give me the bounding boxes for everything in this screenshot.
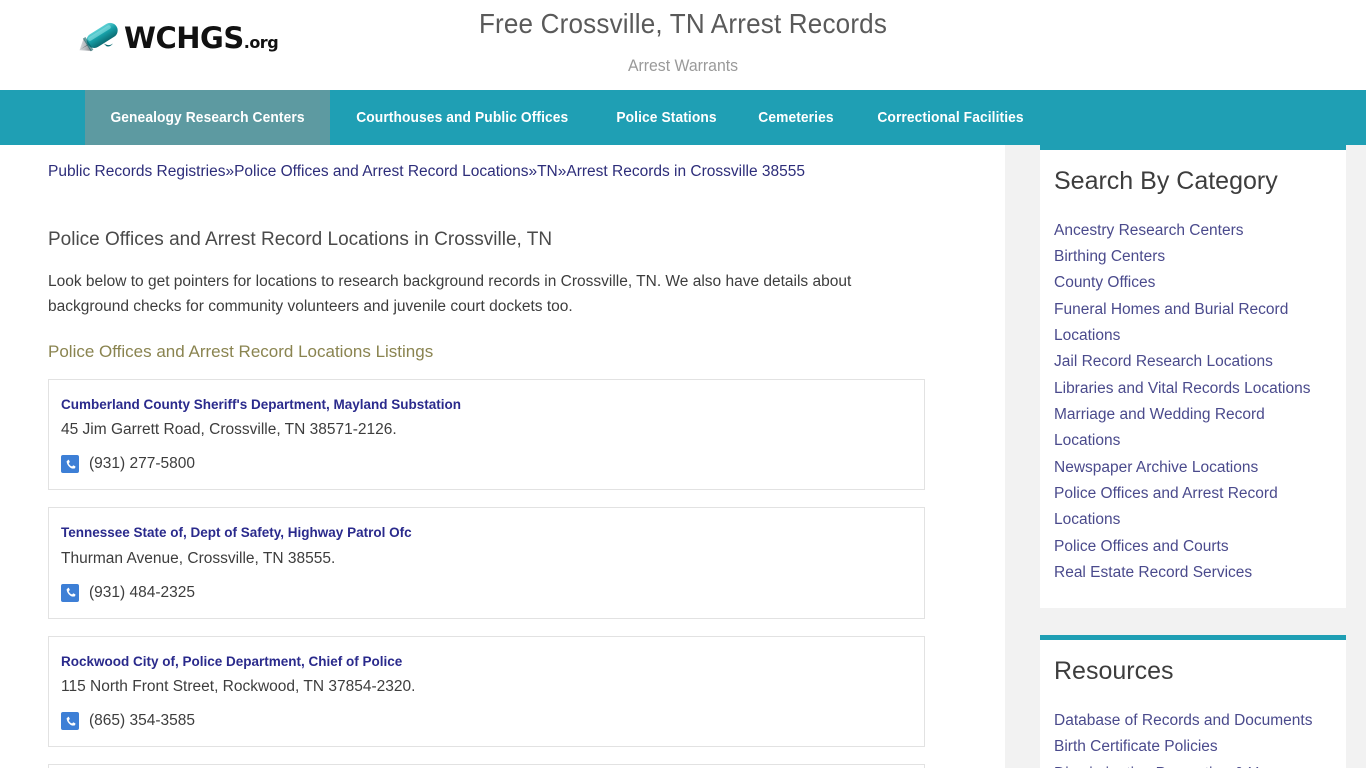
nav-item-label: Courthouses and Public Offices (356, 109, 569, 126)
breadcrumb-separator: » (528, 163, 538, 180)
nav-item-police-stations[interactable]: Police Stations (595, 90, 738, 145)
listing-card: Rockwood City of, Police Department, Chi… (48, 635, 925, 747)
phone-glyph-icon (66, 587, 75, 597)
sidebar-link[interactable]: Real Estate Record Services (1054, 560, 1332, 586)
listing-phone-number: (865) 354-3585 (89, 712, 195, 729)
sidebar-widget: Resources Database of Records and Documen… (1040, 635, 1346, 768)
sidebar-link[interactable]: Discrimination Prevention & Your (1054, 761, 1332, 768)
listing-title-link[interactable]: Cumberland County Sheriff's Department, … (61, 396, 924, 414)
sidebar-link-list: Database of Records and Documents Birth C… (1054, 708, 1332, 768)
logo-text: WCHGS (124, 20, 244, 55)
listing-address: 115 North Front Street, Rockwood, TN 378… (61, 678, 416, 696)
sidebar-widget: Search By Category Ancestry Research Cent… (1040, 145, 1346, 609)
sidebar-link[interactable]: Libraries and Vital Records Locations (1054, 376, 1332, 402)
site-header: WCHGS.org Free Crossville, TN Arrest Rec… (0, 0, 1366, 90)
listing-card: Rockwood City of, Police Department, Adm… (48, 764, 925, 768)
listing-phone-number: (931) 484-2325 (89, 583, 195, 601)
breadcrumb-link[interactable]: Public Records Registries (48, 163, 225, 180)
phone-icon (61, 583, 79, 602)
fountain-pen-icon (79, 22, 118, 52)
sidebar-link[interactable]: Database of Records and Documents (1054, 708, 1332, 734)
logo-suffix: .org (243, 32, 279, 52)
nav-item-correctional-facilities[interactable]: Correctional Facilities (854, 90, 1047, 145)
phone-icon (61, 712, 79, 730)
nav-item-label: Cemeteries (757, 109, 834, 126)
nav-item-genealogy-research-centers[interactable]: Genealogy Research Centers (85, 90, 331, 145)
nav-item-label: Police Stations (615, 109, 717, 126)
logo-wordmark: WCHGS.org (124, 20, 279, 55)
sidebar-link[interactable]: Police Offices and Arrest Record Locatio… (1054, 481, 1332, 534)
sidebar: Search By Category Ancestry Research Cent… (1020, 145, 1366, 768)
main-content: Public Records Registries»Police Offices… (0, 145, 1005, 768)
nav-item-cemeteries[interactable]: Cemeteries (738, 90, 854, 145)
nav-item-label: Genealogy Research Centers (110, 109, 305, 126)
sidebar-link-list: Ancestry Research Centers Birthing Center… (1054, 218, 1332, 587)
listing-card: Cumberland County Sheriff's Department, … (48, 378, 925, 491)
listing-phone-row[interactable]: (931) 484-2325 (61, 583, 924, 602)
breadcrumb-separator: » (225, 163, 235, 180)
page-body: Public Records Registries»Police Offices… (0, 145, 1366, 768)
listing-phone-number: (931) 277-5800 (89, 455, 195, 473)
listing-title-link[interactable]: Tennessee State of, Dept of Safety, High… (61, 524, 924, 542)
main-navigation: Genealogy Research Centers Courthouses an… (0, 90, 1366, 145)
listing-address: 45 Jim Garrett Road, Crossville, TN 3857… (61, 421, 397, 439)
sidebar-link[interactable]: Jail Record Research Locations (1054, 349, 1332, 375)
sidebar-link[interactable]: Marriage and Wedding Record Locations (1054, 402, 1332, 455)
sidebar-link[interactable]: Police Offices and Courts (1054, 534, 1332, 560)
breadcrumb-link[interactable]: TN (537, 163, 558, 180)
sidebar-link[interactable]: Newspaper Archive Locations (1054, 455, 1332, 481)
sidebar-widget-title: Resources (1054, 657, 1174, 686)
listing-address: Thurman Avenue, Crossville, TN 38555. (61, 549, 336, 567)
sidebar-widget-title: Search By Category (1054, 167, 1278, 195)
listing-phone-row[interactable]: (931) 277-5800 (61, 455, 924, 474)
sidebar-link[interactable]: Birthing Centers (1054, 244, 1332, 270)
listings-heading: Police Offices and Arrest Record Locatio… (48, 341, 434, 361)
phone-glyph-icon (66, 716, 75, 726)
breadcrumb: Public Records Registries»Police Offices… (48, 145, 1005, 183)
phone-glyph-icon (66, 459, 75, 469)
nav-item-label: Correctional Facilities (876, 109, 1024, 126)
sidebar-link[interactable]: Birth Certificate Policies (1054, 734, 1332, 760)
intro-paragraph: Look below to get pointers for locations… (48, 273, 852, 316)
breadcrumb-link[interactable]: Arrest Records in Crossville 38555 (566, 163, 805, 180)
phone-icon (61, 455, 79, 474)
sidebar-link[interactable]: Ancestry Research Centers (1054, 218, 1332, 244)
breadcrumb-link[interactable]: Police Offices and Arrest Record Locatio… (234, 163, 528, 180)
sidebar-link[interactable]: Funeral Homes and Burial Record Location… (1054, 297, 1332, 350)
sidebar-link[interactable]: County Offices (1054, 270, 1332, 296)
nav-item-courthouses-and-public-offices[interactable]: Courthouses and Public Offices (330, 90, 595, 145)
site-logo[interactable]: WCHGS.org (70, 10, 279, 66)
section-heading: Police Offices and Arrest Record Locatio… (48, 228, 553, 250)
listing-title-link[interactable]: Rockwood City of, Police Department, Chi… (61, 653, 924, 671)
listing-phone-row[interactable]: (865) 354-3585 (61, 712, 924, 730)
listings-container: Cumberland County Sheriff's Department, … (48, 378, 1005, 768)
listing-card: Tennessee State of, Dept of Safety, High… (48, 507, 925, 619)
content-gutter (1005, 145, 1020, 768)
